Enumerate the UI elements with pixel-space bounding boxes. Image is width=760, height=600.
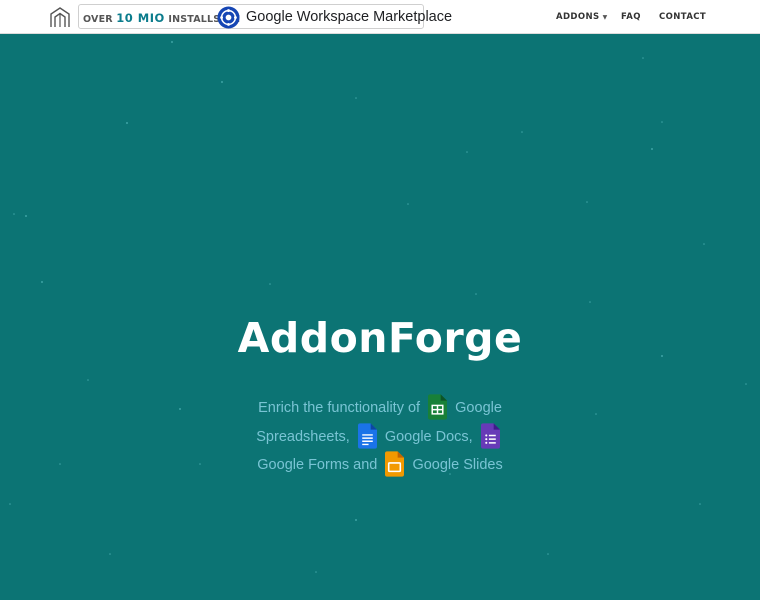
hero-section: AddonForge Enrich the functionality of G…: [0, 34, 760, 600]
google-forms-icon: [480, 422, 500, 449]
hero-title: AddonForge: [237, 314, 523, 362]
installs-count: 10 MIO: [116, 11, 165, 25]
marketplace-name: Google Workspace Marketplace: [246, 9, 453, 25]
google-workspace-marketplace-icon: [217, 6, 240, 29]
subtitle-intro: Enrich the functionality of: [258, 400, 421, 416]
subtitle-docs: Google Docs,: [384, 428, 473, 445]
google-slides-icon: [385, 451, 405, 477]
nav-contact-link[interactable]: CONTACT: [659, 12, 706, 22]
subtitle-slides: Google Slides: [412, 457, 503, 473]
caret-down-icon: ▼: [602, 14, 608, 21]
navbar: OVER 10 MIO INSTALLS ON Google Workspace…: [0, 0, 760, 34]
building-outline-icon: [50, 7, 70, 27]
nav-addons-dropdown[interactable]: ADDONS ▼: [556, 12, 608, 22]
google-docs-icon: [357, 422, 377, 449]
marketplace-badge[interactable]: OVER 10 MIO INSTALLS ON Google Workspace…: [78, 4, 452, 29]
hero-subtitle: Enrich the functionality of Google Sprea…: [250, 394, 510, 480]
nav-faq-link[interactable]: FAQ: [621, 12, 641, 22]
subtitle-forms: Google Forms and: [257, 457, 378, 473]
installs-prefix: OVER: [83, 14, 113, 25]
google-sheets-icon: [428, 394, 448, 420]
nav-addons-label: ADDONS: [556, 12, 600, 22]
